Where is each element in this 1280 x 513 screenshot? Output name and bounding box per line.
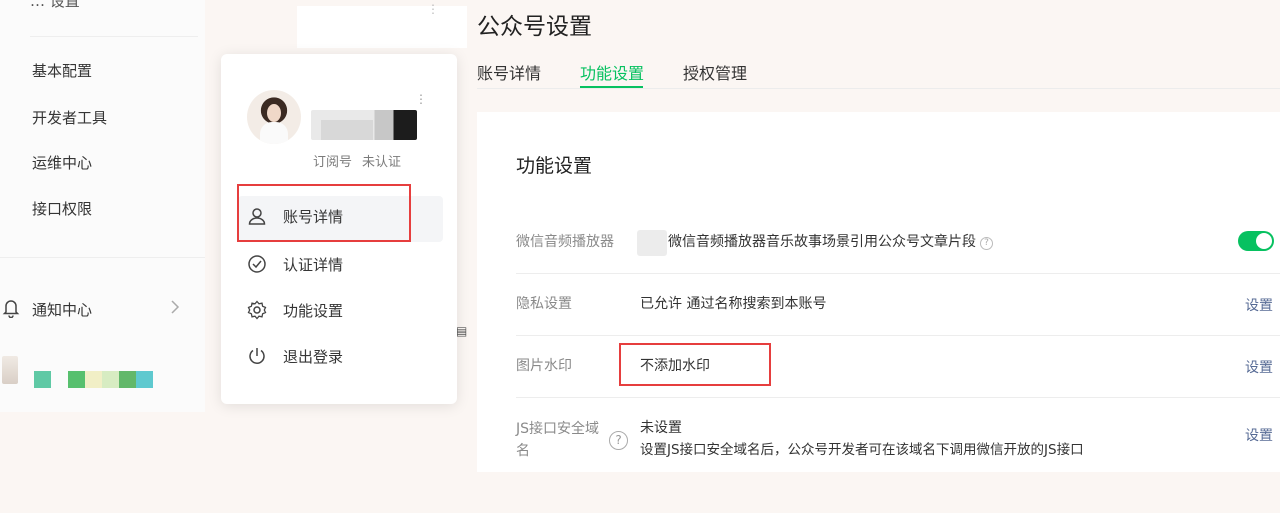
tab-authorization[interactable]: 授权管理 bbox=[683, 60, 747, 84]
sidebar-top-item-cut[interactable]: … 设置 bbox=[30, 0, 80, 11]
menu-item-logout[interactable]: 退出登录 bbox=[247, 342, 437, 372]
search-bar-area: ⋮ bbox=[297, 2, 467, 48]
more-icon: ⋮ bbox=[427, 2, 439, 16]
page-title: 公众号设置 bbox=[477, 14, 592, 40]
settings-panel: 功能设置 微信音频播放器 微信音频播放器音乐故事场景引用公众号文章片段? 隐私设… bbox=[477, 112, 1280, 472]
chevron-right-icon bbox=[171, 300, 180, 314]
tabs-divider bbox=[477, 88, 1280, 89]
blurred-account-name bbox=[321, 120, 373, 140]
sidebar-item-label: 通知中心 bbox=[32, 301, 93, 319]
menu-item-verification[interactable]: 认证详情 bbox=[247, 250, 437, 280]
sidebar-divider bbox=[30, 36, 198, 37]
mosaic-block bbox=[68, 371, 85, 388]
mosaic-block bbox=[136, 371, 153, 388]
audio-player-toggle[interactable] bbox=[1238, 231, 1274, 251]
row-label-js-domain-line2: 名 bbox=[516, 443, 530, 459]
menu-item-label: 退出登录 bbox=[283, 348, 344, 366]
row-value-text: 微信音频播放器音乐故事场景引用公众号文章片段 bbox=[668, 234, 976, 250]
mosaic-block bbox=[119, 371, 136, 388]
sidebar-item-basic-config[interactable]: 基本配置 bbox=[32, 60, 92, 81]
avatar bbox=[2, 356, 18, 384]
sidebar-item-developer-tools[interactable]: 开发者工具 bbox=[32, 107, 107, 128]
blurred-username bbox=[34, 371, 153, 388]
row-label-audio-player: 微信音频播放器 bbox=[516, 234, 614, 250]
tab-feature-settings[interactable]: 功能设置 bbox=[580, 60, 644, 84]
more-icon[interactable]: ⋮ bbox=[415, 92, 427, 106]
menu-item-feature-settings[interactable]: 功能设置 bbox=[247, 296, 437, 326]
avatar-body bbox=[260, 122, 288, 144]
menu-item-label: 认证详情 bbox=[283, 256, 344, 274]
gear-icon bbox=[247, 300, 267, 320]
edge-icon: ▤ bbox=[456, 324, 468, 338]
row-value-privacy: 已允许 通过名称搜索到本账号 bbox=[640, 296, 827, 312]
row-divider bbox=[516, 273, 1280, 274]
row-label-watermark: 图片水印 bbox=[516, 358, 572, 374]
tab-account-details[interactable]: 账号详情 bbox=[477, 60, 541, 84]
section-title: 功能设置 bbox=[516, 155, 593, 177]
highlight-box-account-details bbox=[237, 184, 411, 242]
left-sidebar: … 设置 基本配置 开发者工具 运维中心 接口权限 通知中心 bbox=[0, 0, 205, 412]
row-value-js-domain-desc: 设置JS接口安全域名后，公众号开发者可在该域名下调用微信开放的JS接口 bbox=[640, 442, 1084, 458]
blurred-fragment bbox=[637, 230, 667, 256]
sidebar-item-notice-center[interactable]: 通知中心 bbox=[0, 296, 190, 322]
verify-status: 未认证 bbox=[362, 155, 402, 170]
mosaic-block bbox=[102, 371, 119, 388]
mosaic-block bbox=[34, 371, 51, 388]
row-label-js-domain-line1: JS接口安全域 bbox=[516, 421, 600, 437]
avatar[interactable] bbox=[247, 90, 301, 144]
js-domain-set-link[interactable]: 设置 bbox=[1245, 425, 1273, 445]
avatar-face bbox=[267, 104, 281, 122]
row-divider bbox=[516, 335, 1280, 336]
bell-icon bbox=[2, 300, 20, 318]
row-value-js-domain-status: 未设置 bbox=[640, 420, 682, 436]
row-divider bbox=[516, 397, 1280, 398]
highlight-box-watermark bbox=[619, 343, 771, 386]
row-label-privacy: 隐私设置 bbox=[516, 296, 572, 312]
check-circle-icon bbox=[248, 255, 266, 273]
power-icon bbox=[249, 348, 265, 364]
watermark-set-link[interactable]: 设置 bbox=[1245, 357, 1273, 377]
sidebar-user-row[interactable] bbox=[0, 352, 200, 392]
row-value-audio-player: 微信音频播放器音乐故事场景引用公众号文章片段? bbox=[668, 231, 993, 253]
toggle-knob bbox=[1256, 233, 1272, 249]
sidebar-item-ops-center[interactable]: 运维中心 bbox=[32, 152, 92, 173]
account-meta: 订阅号 未认证 bbox=[313, 151, 401, 170]
sidebar-item-api-permissions[interactable]: 接口权限 bbox=[32, 198, 92, 219]
account-type: 订阅号 bbox=[313, 155, 353, 170]
help-icon[interactable]: ? bbox=[609, 431, 628, 450]
mosaic-block bbox=[85, 371, 102, 388]
privacy-set-link[interactable]: 设置 bbox=[1245, 295, 1273, 315]
account-popup-menu: ⋮ 订阅号 未认证 账号详情 认证详情 功能设置 退出登录 bbox=[221, 54, 457, 404]
help-icon[interactable]: ? bbox=[980, 237, 993, 250]
sidebar-divider bbox=[0, 257, 205, 258]
menu-item-label: 功能设置 bbox=[283, 302, 344, 320]
